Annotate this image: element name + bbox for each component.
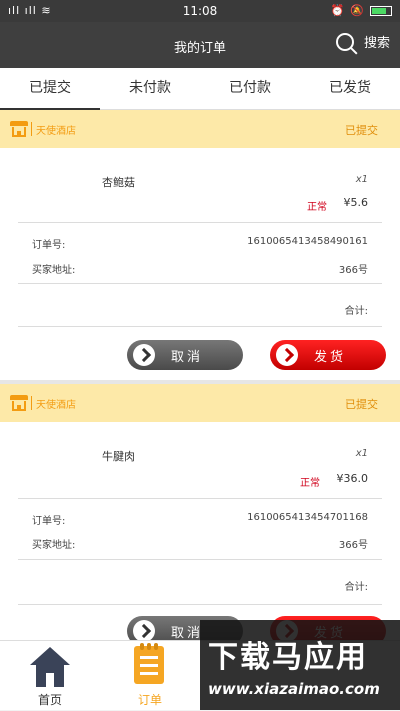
item-qty: x1 [355, 448, 368, 459]
tab-submitted[interactable]: 已提交 [0, 68, 100, 110]
total-label: 合计: [344, 582, 368, 593]
search-button[interactable]: 搜索 [335, 32, 390, 51]
order-no-label: 订单号: [32, 240, 66, 251]
order-status: 已提交 [345, 124, 378, 137]
search-label: 搜索 [363, 36, 390, 51]
order-status: 已提交 [345, 398, 378, 411]
order-tabs: 已提交 未付款 已付款 已发货 [0, 68, 400, 110]
order-list-icon [134, 643, 164, 684]
shop-icon [10, 395, 28, 411]
battery-icon [370, 5, 392, 16]
address-value: 366号 [338, 265, 368, 276]
cancel-button[interactable]: 取消 [127, 340, 243, 370]
item-state: 正常 [307, 202, 327, 213]
mute-icon: 🔕 [350, 4, 364, 17]
shop-name: 天使酒店 [36, 400, 76, 411]
status-icons: ⏰ 🔕 [331, 4, 392, 17]
chevron-right-icon [133, 620, 155, 642]
address-label: 买家地址: [32, 265, 76, 276]
item-state: 正常 [300, 478, 320, 489]
address-value: 366号 [338, 540, 368, 551]
tab-unpaid[interactable]: 未付款 [100, 68, 200, 109]
ship-button[interactable]: 发货 [270, 340, 386, 370]
chevron-right-icon [133, 344, 155, 366]
nav-orders-label: 订单 [137, 693, 162, 707]
order-no-label: 订单号: [32, 516, 66, 527]
total-label: 合计: [344, 306, 368, 317]
nav-orders[interactable]: 订单 [100, 641, 200, 711]
tab-shipped[interactable]: 已发货 [300, 68, 400, 109]
shop-bar: 天使酒店 已提交 [0, 110, 400, 148]
shop-name: 天使酒店 [36, 126, 76, 137]
address-label: 买家地址: [32, 540, 76, 551]
alarm-icon: ⏰ [330, 4, 345, 17]
watermark-text: 下载马应用 [208, 640, 368, 675]
title-bar: 我的订单 搜索 [0, 22, 400, 68]
tab-paid[interactable]: 已付款 [200, 68, 300, 109]
status-bar: ıll ıll ≋ 11:08 ⏰ 🔕 [0, 0, 400, 22]
watermark-url: www.xiazaimao.com [208, 680, 380, 698]
watermark: 下载马应用 www.xiazaimao.com [200, 620, 400, 710]
order-no: 1610065413458490161 [247, 236, 368, 247]
item-name: 牛腱肉 [102, 450, 135, 463]
item-name: 杏鲍菇 [102, 176, 135, 189]
order-no: 1610065413454701168 [247, 512, 368, 523]
search-icon [335, 32, 354, 51]
home-icon [30, 647, 70, 687]
order-card: 天使酒店 已提交 杏鲍菇 x1 正常 ¥5.6 订单号: 16100654134… [0, 110, 400, 380]
item-qty: x1 [355, 174, 368, 185]
item-price: ¥5.6 [343, 196, 369, 209]
order-card: 天使酒店 已提交 牛腱肉 x1 正常 ¥36.0 订单号: 1610065413… [0, 384, 400, 646]
item-price: ¥36.0 [336, 472, 369, 485]
chevron-right-icon [276, 344, 298, 366]
shop-bar: 天使酒店 已提交 [0, 384, 400, 422]
shop-icon [10, 121, 28, 137]
nav-home[interactable]: 首页 [0, 641, 100, 711]
nav-home-label: 首页 [37, 693, 62, 707]
